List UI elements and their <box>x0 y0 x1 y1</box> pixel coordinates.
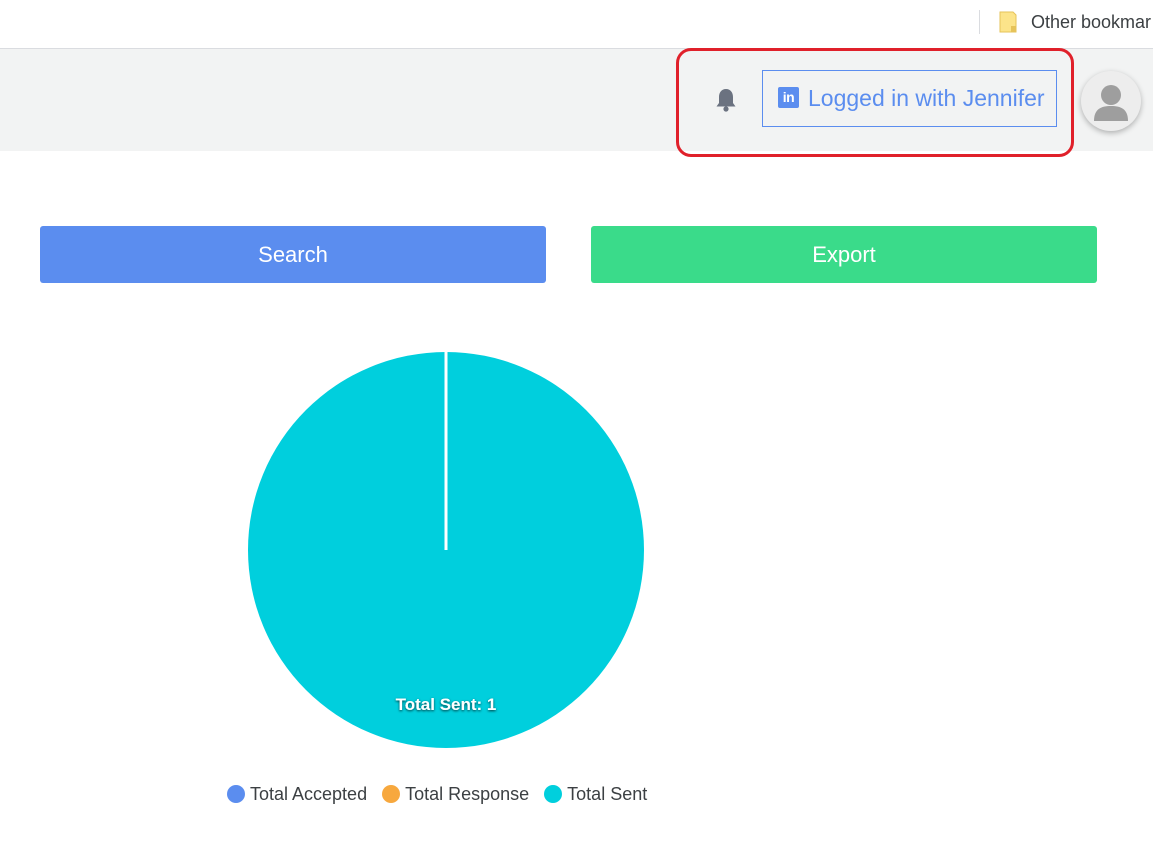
legend-marker <box>382 785 401 803</box>
pie-chart: Total Sent: 1 <box>248 352 644 748</box>
legend-label: Total Sent <box>567 783 648 804</box>
legend-label: Total Accepted <box>250 783 368 804</box>
pie-data-label: Total Sent: 1 <box>396 695 497 714</box>
chart-legend: Total Accepted Total Response Total Sent <box>227 782 662 806</box>
legend-label: Total Response <box>405 783 530 804</box>
legend-marker <box>544 785 563 803</box>
legend-item-total-accepted[interactable]: Total Accepted <box>227 784 367 805</box>
legend-item-total-sent[interactable]: Total Sent <box>544 784 647 805</box>
legend-marker <box>227 785 245 803</box>
legend-item-total-response[interactable]: Total Response <box>382 784 529 805</box>
